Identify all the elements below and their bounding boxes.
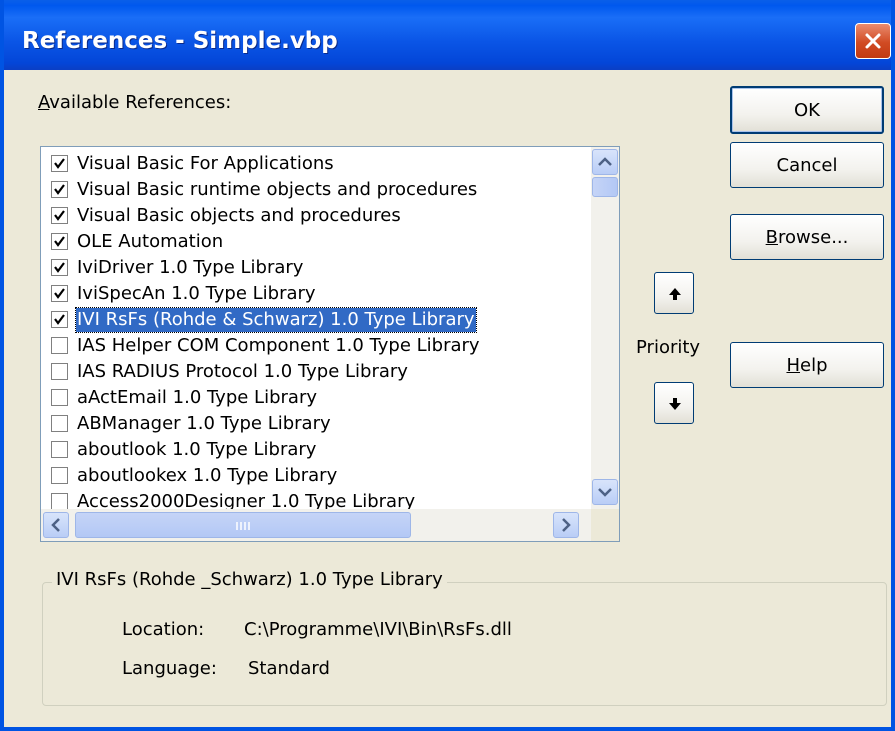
horizontal-scroll-thumb[interactable] (75, 512, 411, 538)
reference-row[interactable]: ABManager 1.0 Type Library (41, 411, 586, 437)
scroll-down-button[interactable] (592, 479, 618, 505)
close-icon (865, 33, 881, 49)
details-groupbox (42, 582, 887, 706)
vertical-scroll-thumb[interactable] (592, 177, 618, 197)
reference-checkbox[interactable] (51, 337, 68, 354)
reference-row[interactable]: aboutlook 1.0 Type Library (41, 437, 586, 463)
reference-checkbox[interactable] (51, 311, 68, 328)
grip-icon (236, 522, 250, 530)
location-value: C:\Programme\IVI\Bin\RsFs.dll (244, 619, 512, 640)
mnemonic-b: B (765, 226, 778, 248)
reference-row[interactable]: IAS RADIUS Protocol 1.0 Type Library (41, 359, 586, 385)
priority-label: Priority (636, 337, 701, 358)
reference-row[interactable]: aActEmail 1.0 Type Library (41, 385, 586, 411)
chevron-up-icon (598, 157, 612, 166)
reference-label: OLE Automation (77, 231, 224, 252)
chevron-down-icon (598, 488, 612, 497)
reference-row[interactable]: IAS Helper COM Component 1.0 Type Librar… (41, 333, 586, 359)
priority-up-button[interactable] (654, 272, 694, 314)
language-label: Language: (122, 658, 217, 679)
priority-down-button[interactable] (654, 382, 694, 424)
language-value: Standard (248, 658, 330, 679)
reference-label: Visual Basic runtime objects and procedu… (77, 179, 478, 200)
checkmark-icon (54, 236, 65, 247)
title-bar[interactable]: References - Simple.vbp (4, 0, 891, 70)
horizontal-scrollbar[interactable] (41, 509, 591, 541)
browse-text: rowse... (778, 226, 849, 248)
scroll-left-button[interactable] (43, 512, 69, 538)
checkmark-icon (54, 314, 65, 325)
checkmark-icon (54, 288, 65, 299)
cancel-button[interactable]: Cancel (730, 142, 884, 188)
reference-label: IAS Helper COM Component 1.0 Type Librar… (77, 335, 480, 356)
reference-label: aActEmail 1.0 Type Library (77, 387, 317, 408)
mnemonic-a: A (38, 92, 50, 113)
reference-checkbox[interactable] (51, 259, 68, 276)
checkmark-icon (54, 184, 65, 195)
reference-rows: Visual Basic For Applications Visual Basi… (41, 151, 586, 515)
reference-checkbox[interactable] (51, 415, 68, 432)
ok-button[interactable]: OK (730, 86, 884, 134)
reference-label: Visual Basic objects and procedures (77, 205, 401, 226)
available-references-label: Available References: (38, 92, 231, 113)
reference-checkbox[interactable] (51, 181, 68, 198)
available-references-text: vailable References: (49, 92, 232, 113)
reference-row[interactable]: OLE Automation (41, 229, 586, 255)
reference-row[interactable]: IviDriver 1.0 Type Library (41, 255, 586, 281)
reference-label: Visual Basic For Applications (77, 153, 334, 174)
reference-label: IVI RsFs (Rohde & Schwarz) 1.0 Type Libr… (75, 307, 477, 333)
checkmark-icon (54, 262, 65, 273)
reference-checkbox[interactable] (51, 389, 68, 406)
mnemonic-h: H (786, 354, 801, 376)
reference-row[interactable]: IVI RsFs (Rohde & Schwarz) 1.0 Type Libr… (41, 307, 586, 333)
chevron-left-icon (51, 518, 60, 532)
details-group-title: IVI RsFs (Rohde _Schwarz) 1.0 Type Libra… (52, 569, 447, 590)
reference-checkbox[interactable] (51, 155, 68, 172)
reference-checkbox[interactable] (51, 467, 68, 484)
window-title: References - Simple.vbp (22, 28, 338, 54)
reference-row[interactable]: Visual Basic objects and procedures (41, 203, 586, 229)
reference-label: IviDriver 1.0 Type Library (77, 257, 304, 278)
references-dialog: References - Simple.vbp Available Refere… (0, 0, 895, 731)
scroll-up-button[interactable] (592, 149, 618, 175)
vertical-scrollbar[interactable] (591, 147, 619, 509)
checkmark-icon (54, 210, 65, 221)
reference-checkbox[interactable] (51, 441, 68, 458)
arrow-up-icon (669, 288, 681, 300)
scroll-right-button[interactable] (553, 512, 579, 538)
reference-checkbox[interactable] (51, 233, 68, 250)
help-text: elp (800, 354, 828, 376)
reference-row[interactable]: IviSpecAn 1.0 Type Library (41, 281, 586, 307)
arrow-down-icon (669, 398, 681, 410)
close-button[interactable] (855, 23, 891, 59)
reference-row[interactable]: aboutlookex 1.0 Type Library (41, 463, 586, 489)
reference-label: IAS RADIUS Protocol 1.0 Type Library (77, 361, 408, 382)
reference-checkbox[interactable] (51, 207, 68, 224)
location-label: Location: (122, 619, 205, 640)
checkmark-icon (54, 158, 65, 169)
reference-row[interactable]: Visual Basic runtime objects and procedu… (41, 177, 586, 203)
available-references-list[interactable]: Visual Basic For Applications Visual Basi… (40, 146, 620, 542)
help-button[interactable]: Help (730, 342, 884, 388)
reference-label: aboutlook 1.0 Type Library (77, 439, 317, 460)
chevron-right-icon (562, 518, 571, 532)
reference-checkbox[interactable] (51, 493, 68, 510)
reference-checkbox[interactable] (51, 285, 68, 302)
reference-label: ABManager 1.0 Type Library (77, 413, 331, 434)
reference-row[interactable]: Visual Basic For Applications (41, 151, 586, 177)
reference-label: aboutlookex 1.0 Type Library (77, 465, 338, 486)
reference-label: IviSpecAn 1.0 Type Library (77, 283, 316, 304)
reference-checkbox[interactable] (51, 363, 68, 380)
browse-button[interactable]: Browse... (730, 214, 884, 260)
scrollbar-corner (591, 509, 619, 541)
